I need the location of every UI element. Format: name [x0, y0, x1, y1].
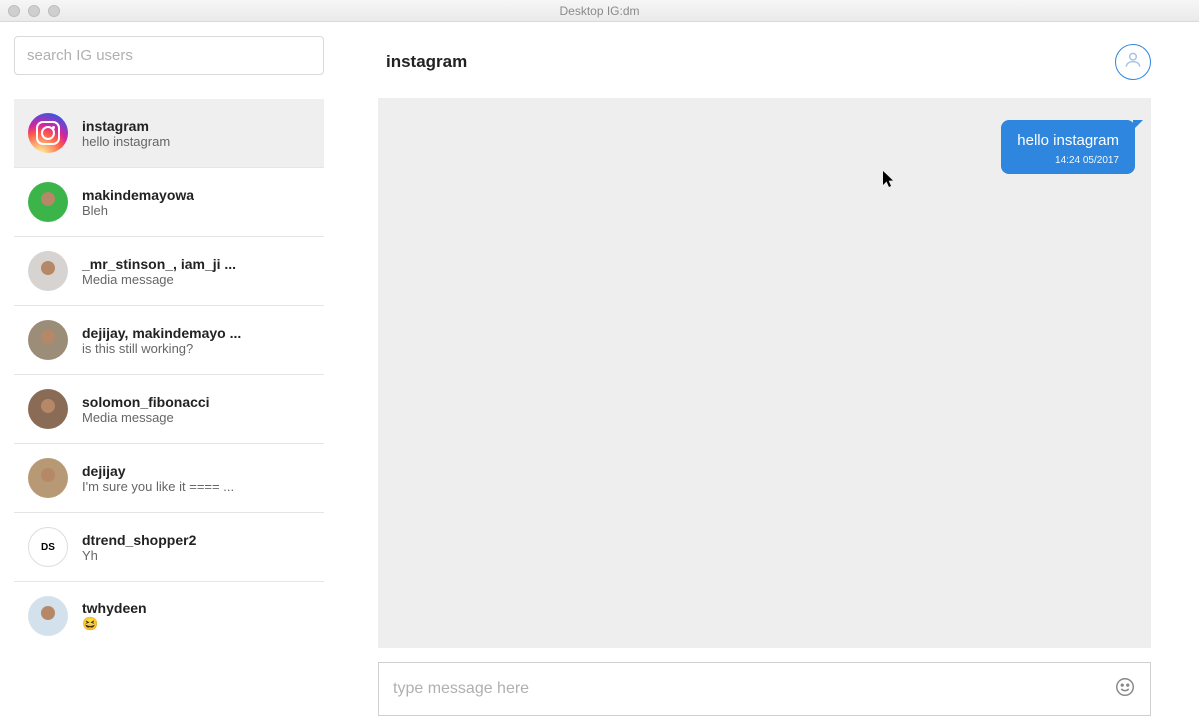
conversation-name: _mr_stinson_, iam_ji ...	[82, 256, 236, 272]
avatar: DS	[28, 527, 68, 567]
user-icon	[1123, 50, 1143, 75]
conversation-text: solomon_fibonacciMedia message	[82, 394, 210, 425]
message-timestamp: 14:24 05/2017	[1017, 155, 1119, 166]
conversation-preview: 😆	[82, 616, 147, 632]
avatar	[28, 251, 68, 291]
conversation-text: makindemayowaBleh	[82, 187, 194, 218]
avatar	[28, 182, 68, 222]
minimize-window-button[interactable]	[28, 5, 40, 17]
conversation-name: dtrend_shopper2	[82, 532, 196, 548]
compose-bar	[378, 662, 1151, 716]
message-row: hello instagram 14:24 05/2017	[394, 120, 1135, 174]
conversation-preview: is this still working?	[82, 341, 241, 356]
conversation-name: twhydeen	[82, 600, 147, 616]
messages-area: hello instagram 14:24 05/2017	[378, 98, 1151, 648]
conversation-item[interactable]: _mr_stinson_, iam_ji ...Media message	[14, 237, 324, 306]
conversation-item[interactable]: makindemayowaBleh	[14, 168, 324, 237]
message-text: hello instagram	[1017, 132, 1119, 149]
conversation-preview: Bleh	[82, 203, 194, 218]
conversation-name: instagram	[82, 118, 170, 134]
chat-header: instagram	[378, 44, 1151, 98]
message-bubble: hello instagram 14:24 05/2017	[1001, 120, 1135, 174]
emoji-button[interactable]	[1114, 676, 1136, 703]
conversation-text: _mr_stinson_, iam_ji ...Media message	[82, 256, 236, 287]
zoom-window-button[interactable]	[48, 5, 60, 17]
conversation-preview: Yh	[82, 548, 196, 563]
conversation-preview: I'm sure you like it ==== ...	[82, 479, 234, 494]
conversation-list: instagramhello instagram makindemayowaBle…	[14, 99, 324, 650]
conversation-item[interactable]: twhydeen😆	[14, 582, 324, 650]
chat-panel: instagram hello instagram 14:24 05/2017	[338, 22, 1199, 726]
conversation-preview: Media message	[82, 272, 236, 287]
message-input[interactable]	[393, 680, 1104, 698]
conversation-item[interactable]: instagramhello instagram	[14, 99, 324, 168]
avatar	[28, 596, 68, 636]
conversation-text: dejijayI'm sure you like it ==== ...	[82, 463, 234, 494]
titlebar: Desktop IG:dm	[0, 0, 1199, 22]
avatar	[28, 320, 68, 360]
conversation-text: dejijay, makindemayo ...is this still wo…	[82, 325, 241, 356]
avatar	[28, 113, 68, 153]
conversation-item[interactable]: dejijayI'm sure you like it ==== ...	[14, 444, 324, 513]
conversation-text: dtrend_shopper2Yh	[82, 532, 196, 563]
conversation-preview: Media message	[82, 410, 210, 425]
conversation-text: twhydeen😆	[82, 600, 147, 632]
avatar	[28, 389, 68, 429]
search-wrap	[14, 36, 324, 89]
conversation-text: instagramhello instagram	[82, 118, 170, 149]
conversation-name: makindemayowa	[82, 187, 194, 203]
chat-title: instagram	[386, 52, 467, 72]
conversation-item[interactable]: solomon_fibonacciMedia message	[14, 375, 324, 444]
avatar	[28, 458, 68, 498]
conversation-name: dejijay	[82, 463, 234, 479]
close-window-button[interactable]	[8, 5, 20, 17]
conversation-item[interactable]: dejijay, makindemayo ...is this still wo…	[14, 306, 324, 375]
smiley-icon	[1114, 676, 1136, 703]
profile-button[interactable]	[1115, 44, 1151, 80]
conversation-name: solomon_fibonacci	[82, 394, 210, 410]
search-input[interactable]	[14, 36, 324, 75]
sidebar: instagramhello instagram makindemayowaBle…	[0, 22, 338, 726]
conversation-preview: hello instagram	[82, 134, 170, 149]
window-controls	[8, 5, 60, 17]
window-title: Desktop IG:dm	[0, 4, 1199, 18]
conversation-item[interactable]: DS dtrend_shopper2Yh	[14, 513, 324, 582]
conversation-name: dejijay, makindemayo ...	[82, 325, 241, 341]
app-body: instagramhello instagrammakindemayowaBle…	[0, 22, 1199, 726]
